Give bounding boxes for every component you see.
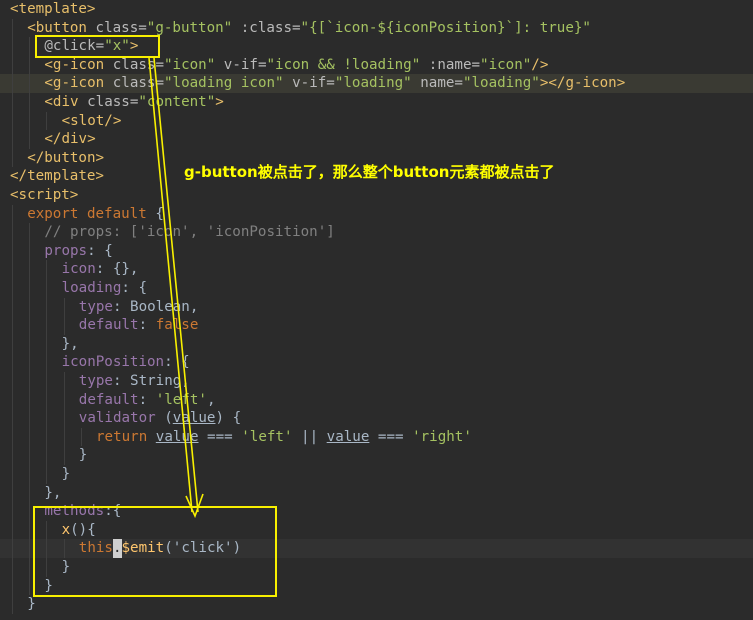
arrow-line-right: [153, 57, 199, 513]
annotation-arrows: [148, 57, 204, 519]
arrow-line-left: [148, 57, 193, 513]
code-editor[interactable]: <template> <button class="g-button" :clas…: [0, 0, 753, 620]
arrow-head: [185, 493, 204, 519]
annotation-text: g-button被点击了，那么整个button元素都被点击了: [184, 163, 555, 181]
